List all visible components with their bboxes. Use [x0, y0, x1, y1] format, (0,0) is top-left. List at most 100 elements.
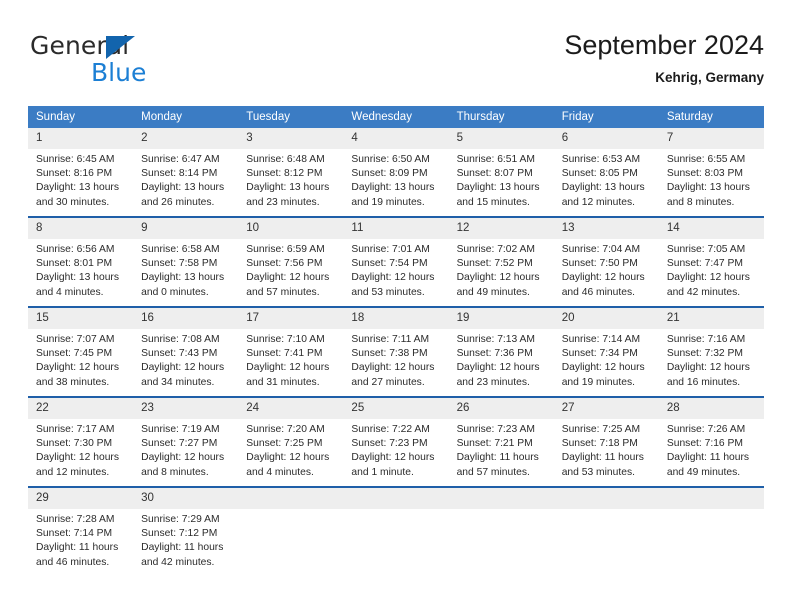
day-sun-info: Sunrise: 7:17 AM Sunset: 7:30 PM Daylight:…: [28, 419, 133, 480]
daylight-text-line2: and 57 minutes.: [456, 466, 530, 478]
daylight-text-line1: Daylight: 12 hours: [351, 362, 435, 374]
daylight-text-line2: and 23 minutes.: [246, 196, 320, 208]
daylight-text-line1: Daylight: 12 hours: [666, 272, 750, 284]
calendar-weeks: 1 Sunrise: 6:45 AM Sunset: 8:16 PM Daylight…: [28, 128, 764, 572]
daylight-text-line1: Daylight: 13 hours: [141, 182, 225, 194]
daylight-text-line1: Daylight: 12 hours: [36, 362, 119, 374]
day-cell-19[interactable]: 19 Sunrise: 7:13 AM Sunset: 7:36 PM Dayligh…: [448, 308, 554, 396]
day-sun-info: Sunrise: 7:29 AM Sunset: 7:12 PM Daylight:…: [133, 509, 238, 570]
sunrise-text: Sunrise: 7:22 AM: [351, 424, 430, 435]
day-cell-5[interactable]: 5 Sunrise: 6:51 AM Sunset: 8:07 PM Daylight…: [448, 128, 554, 216]
daylight-text-line1: Daylight: 12 hours: [246, 452, 330, 464]
day-cell-17[interactable]: 17 Sunrise: 7:10 AM Sunset: 7:41 PM Dayligh…: [238, 308, 344, 396]
day-cell-28[interactable]: 28 Sunrise: 7:26 AM Sunset: 7:16 PM Dayligh…: [658, 398, 764, 486]
day-number: 21: [658, 308, 764, 329]
general-blue-logo[interactable]: General Blue: [30, 32, 210, 90]
calendar-week-row: 29 Sunrise: 7:28 AM Sunset: 7:14 PM Dayligh…: [28, 486, 764, 572]
day-cell-10[interactable]: 10 Sunrise: 6:59 AM Sunset: 7:56 PM Dayligh…: [238, 218, 344, 306]
sunrise-text: Sunrise: 7:19 AM: [141, 424, 220, 435]
day-cell-6[interactable]: 6 Sunrise: 6:53 AM Sunset: 8:05 PM Daylight…: [553, 128, 659, 216]
day-cell-empty: [238, 488, 344, 572]
day-number: 1: [28, 128, 134, 149]
daylight-text-line2: and 8 minutes.: [141, 466, 209, 478]
day-cell-7[interactable]: 7 Sunrise: 6:55 AM Sunset: 8:03 PM Daylight…: [658, 128, 764, 216]
day-cell-30[interactable]: 30 Sunrise: 7:29 AM Sunset: 7:12 PM Dayligh…: [133, 488, 239, 572]
sunrise-text: Sunrise: 7:28 AM: [36, 514, 115, 525]
day-cell-22[interactable]: 22 Sunrise: 7:17 AM Sunset: 7:30 PM Dayligh…: [28, 398, 134, 486]
sunset-text: Sunset: 7:52 PM: [456, 258, 533, 270]
daylight-text-line1: Daylight: 12 hours: [561, 272, 645, 284]
daylight-text-line1: Daylight: 12 hours: [351, 452, 435, 464]
sunrise-text: Sunrise: 7:02 AM: [456, 244, 535, 255]
day-sun-info: Sunrise: 7:19 AM Sunset: 7:27 PM Daylight:…: [133, 419, 238, 480]
day-number: 13: [553, 218, 659, 239]
day-cell-13[interactable]: 13 Sunrise: 7:04 AM Sunset: 7:50 PM Dayligh…: [553, 218, 659, 306]
sunset-text: Sunset: 8:12 PM: [246, 168, 323, 180]
day-number: 17: [238, 308, 344, 329]
day-cell-2[interactable]: 2 Sunrise: 6:47 AM Sunset: 8:14 PM Daylight…: [133, 128, 239, 216]
daylight-text-line1: Daylight: 11 hours: [141, 542, 224, 554]
sunrise-text: Sunrise: 7:04 AM: [561, 244, 641, 255]
day-cell-24[interactable]: 24 Sunrise: 7:20 AM Sunset: 7:25 PM Dayligh…: [238, 398, 344, 486]
day-cell-4[interactable]: 4 Sunrise: 6:50 AM Sunset: 8:09 PM Daylight…: [343, 128, 449, 216]
sunset-text: Sunset: 8:14 PM: [141, 168, 218, 180]
day-sun-info: Sunrise: 7:23 AM Sunset: 7:21 PM Daylight:…: [449, 419, 554, 480]
day-cell-1[interactable]: 1 Sunrise: 6:45 AM Sunset: 8:16 PM Daylight…: [28, 128, 134, 216]
day-cell-14[interactable]: 14 Sunrise: 7:05 AM Sunset: 7:47 PM Dayligh…: [658, 218, 764, 306]
day-cell-9[interactable]: 9 Sunrise: 6:58 AM Sunset: 7:58 PM Daylight…: [133, 218, 239, 306]
day-sun-info: Sunrise: 6:55 AM Sunset: 8:03 PM Daylight:…: [659, 149, 764, 210]
day-cell-15[interactable]: 15 Sunrise: 7:07 AM Sunset: 7:45 PM Dayligh…: [28, 308, 134, 396]
sunset-text: Sunset: 7:23 PM: [351, 438, 428, 450]
day-cell-29[interactable]: 29 Sunrise: 7:28 AM Sunset: 7:14 PM Dayligh…: [28, 488, 134, 572]
page-title: September 2024: [564, 30, 764, 60]
day-cell-8[interactable]: 8 Sunrise: 6:56 AM Sunset: 8:01 PM Daylight…: [28, 218, 134, 306]
day-cell-25[interactable]: 25 Sunrise: 7:22 AM Sunset: 7:23 PM Dayligh…: [343, 398, 449, 486]
day-cell-empty: [448, 488, 554, 572]
day-cell-23[interactable]: 23 Sunrise: 7:19 AM Sunset: 7:27 PM Dayligh…: [133, 398, 239, 486]
sunset-text: Sunset: 7:16 PM: [666, 438, 743, 450]
weekday-header-thursday: Thursday: [456, 111, 505, 123]
blue-triangle-icon: [106, 36, 135, 59]
daylight-text-line1: Daylight: 13 hours: [36, 182, 119, 194]
sunrise-text: Sunrise: 7:23 AM: [456, 424, 535, 435]
day-sun-info: Sunrise: 6:47 AM Sunset: 8:14 PM Daylight:…: [133, 149, 238, 210]
day-cell-3[interactable]: 3 Sunrise: 6:48 AM Sunset: 8:12 PM Daylight…: [238, 128, 344, 216]
sunrise-text: Sunrise: 7:29 AM: [141, 514, 220, 525]
day-number: 24: [238, 398, 344, 419]
weekday-header-saturday: Saturday: [666, 111, 713, 123]
day-cell-21[interactable]: 21 Sunrise: 7:16 AM Sunset: 7:32 PM Dayligh…: [658, 308, 764, 396]
day-cell-12[interactable]: 12 Sunrise: 7:02 AM Sunset: 7:52 PM Dayligh…: [448, 218, 554, 306]
sunrise-text: Sunrise: 7:20 AM: [246, 424, 325, 435]
title-block: September 2024 Kehrig, Germany: [564, 28, 764, 86]
daylight-text-line2: and 12 minutes.: [36, 466, 110, 478]
sunset-text: Sunset: 7:14 PM: [36, 528, 113, 540]
day-cell-18[interactable]: 18 Sunrise: 7:11 AM Sunset: 7:38 PM Dayligh…: [343, 308, 449, 396]
sunrise-text: Sunrise: 6:55 AM: [666, 154, 746, 165]
day-sun-info: Sunrise: 7:02 AM Sunset: 7:52 PM Daylight:…: [449, 239, 554, 300]
daylight-text-line1: Daylight: 13 hours: [36, 272, 119, 284]
daylight-text-line1: Daylight: 11 hours: [561, 452, 644, 464]
sunset-text: Sunset: 8:03 PM: [666, 168, 743, 180]
sunrise-text: Sunrise: 6:59 AM: [246, 244, 325, 255]
sunset-text: Sunset: 8:05 PM: [561, 168, 638, 180]
daylight-text-line2: and 23 minutes.: [456, 376, 530, 388]
day-cell-11[interactable]: 11 Sunrise: 7:01 AM Sunset: 7:54 PM Dayligh…: [343, 218, 449, 306]
sunrise-text: Sunrise: 6:53 AM: [561, 154, 641, 165]
sunrise-text: Sunrise: 7:10 AM: [246, 334, 325, 345]
day-cell-26[interactable]: 26 Sunrise: 7:23 AM Sunset: 7:21 PM Dayligh…: [448, 398, 554, 486]
sunset-text: Sunset: 7:18 PM: [561, 438, 638, 450]
daylight-text-line1: Daylight: 13 hours: [141, 272, 225, 284]
day-sun-info: Sunrise: 7:07 AM Sunset: 7:45 PM Daylight:…: [28, 329, 133, 390]
day-number: 9: [133, 218, 239, 239]
daylight-text-line1: Daylight: 12 hours: [456, 362, 540, 374]
day-cell-16[interactable]: 16 Sunrise: 7:08 AM Sunset: 7:43 PM Dayligh…: [133, 308, 239, 396]
day-sun-info: Sunrise: 6:53 AM Sunset: 8:05 PM Daylight:…: [554, 149, 659, 210]
sunrise-text: Sunrise: 7:16 AM: [666, 334, 746, 345]
weekday-header-wednesday: Wednesday: [351, 111, 412, 123]
day-sun-info: Sunrise: 6:48 AM Sunset: 8:12 PM Daylight:…: [238, 149, 343, 210]
day-cell-27[interactable]: 27 Sunrise: 7:25 AM Sunset: 7:18 PM Dayligh…: [553, 398, 659, 486]
day-number: 25: [343, 398, 449, 419]
weekday-header-sunday: Sunday: [36, 111, 76, 123]
day-sun-info: Sunrise: 6:45 AM Sunset: 8:16 PM Daylight:…: [28, 149, 133, 210]
day-cell-20[interactable]: 20 Sunrise: 7:14 AM Sunset: 7:34 PM Dayligh…: [553, 308, 659, 396]
